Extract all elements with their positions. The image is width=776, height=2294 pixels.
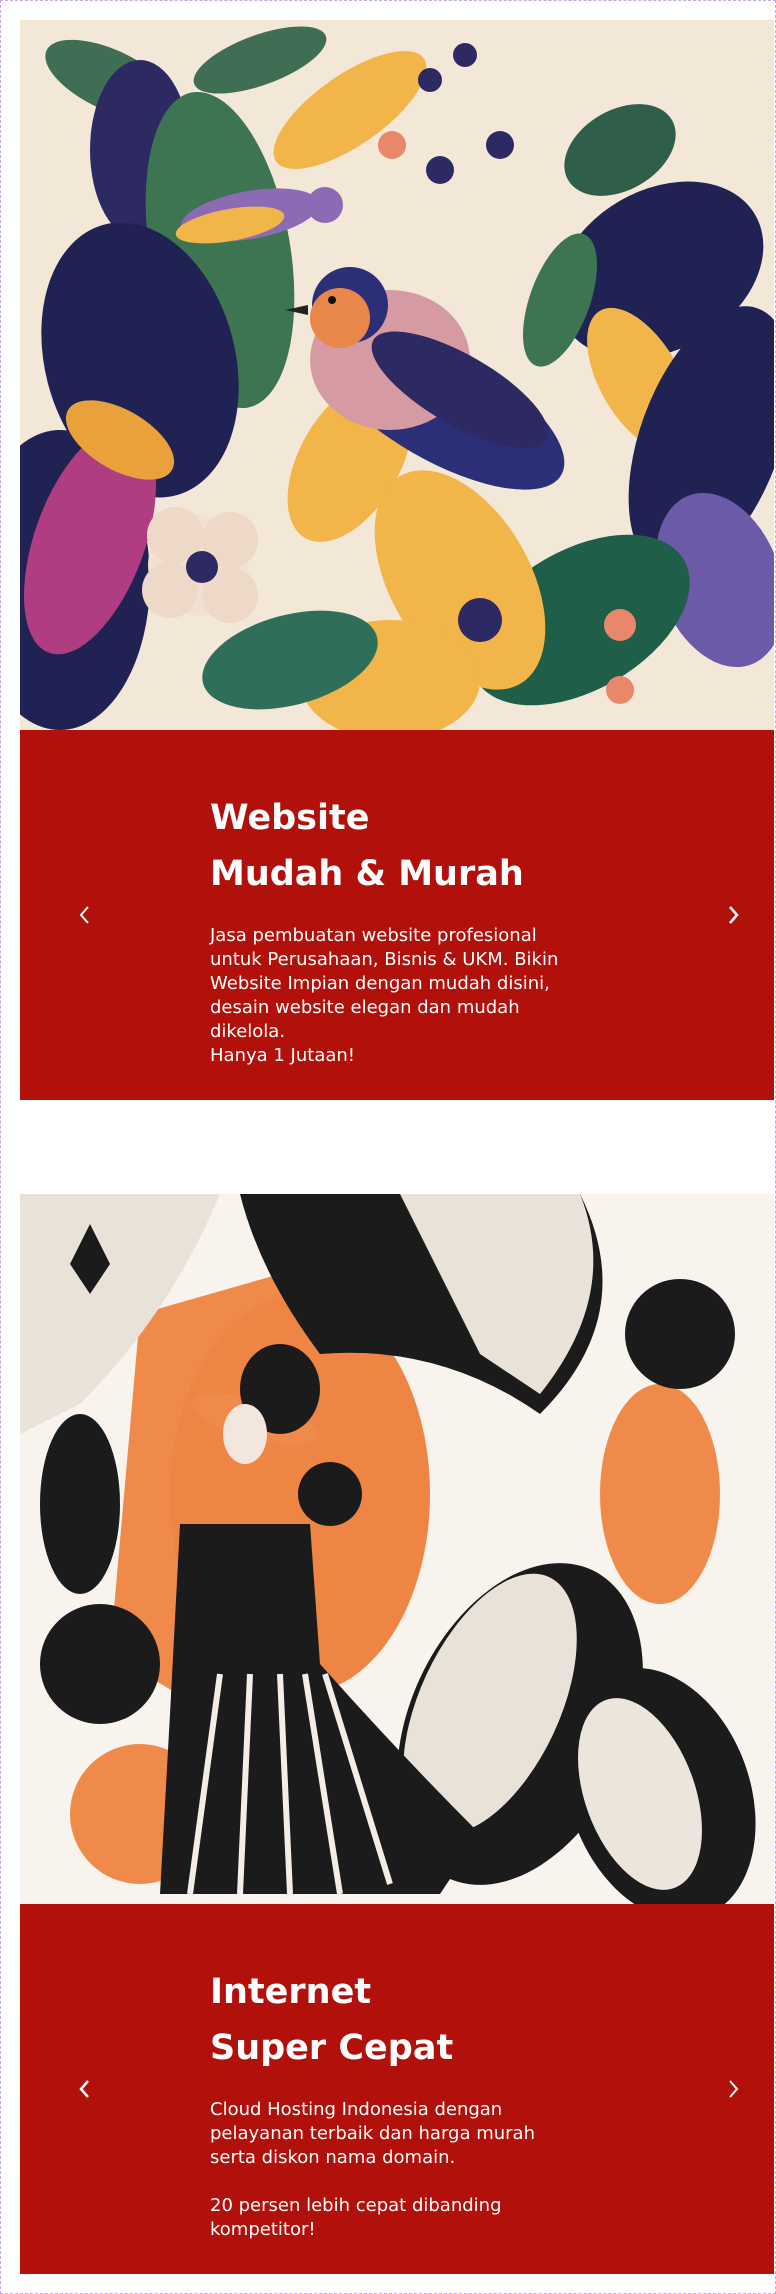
prev-slide-button[interactable] (70, 2076, 100, 2106)
slide-title: Internet Super Cepat (210, 1964, 590, 2076)
chevron-right-icon (725, 2078, 741, 2104)
slide-title: Website Mudah & Murah (210, 790, 590, 902)
bird-and-flowers-illustration (20, 20, 774, 730)
slide-title-line-1: Website (210, 798, 370, 838)
slide-title-line-2: Super Cepat (210, 2028, 454, 2068)
prev-slide-button[interactable] (70, 902, 100, 932)
chevron-left-icon (77, 904, 93, 930)
slide-caption-panel: Website Mudah & Murah Jasa pembuatan web… (20, 730, 774, 1100)
slide-title-line-1: Internet (210, 1972, 372, 2012)
slide-caption-panel: Internet Super Cepat Cloud Hosting Indon… (20, 1904, 774, 2274)
woman-with-hat-abstract-illustration (20, 1194, 774, 1904)
chevron-right-icon (725, 904, 741, 930)
chevron-left-icon (77, 2078, 93, 2104)
slide-description: Cloud Hosting Indonesia dengan pelayanan… (210, 2099, 535, 2240)
next-slide-button[interactable] (718, 2076, 748, 2106)
next-slide-button[interactable] (718, 902, 748, 932)
slide-title-line-2: Mudah & Murah (210, 854, 524, 894)
slide-description: Jasa pembuatan website profesional untuk… (210, 925, 559, 1066)
